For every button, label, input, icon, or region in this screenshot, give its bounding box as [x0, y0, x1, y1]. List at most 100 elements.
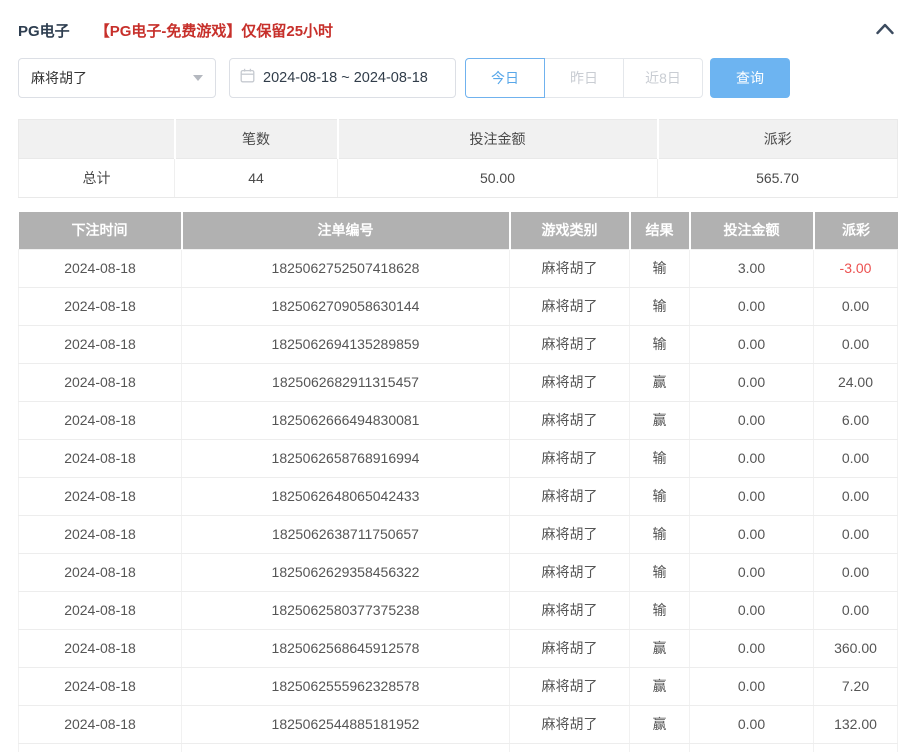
table-cell: 7.20 [813, 666, 898, 706]
table-cell: 赢 [629, 666, 690, 706]
game-select-value: 麻将胡了 [31, 70, 87, 86]
table-cell: 2024-08-18 [18, 362, 182, 402]
date-range-value: 2024-08-18 ~ 2024-08-18 [263, 70, 428, 86]
table-cell: 2024-08-18 [18, 666, 182, 706]
summary-total-label: 总计 [18, 158, 175, 198]
table-cell [689, 742, 814, 752]
table-row: 2024-08-18 1825062709058630144 麻将胡了输 0.00 0.… [18, 286, 898, 326]
summary-header-payout: 派彩 [656, 119, 898, 159]
col-header-bet-time: 下注时间 [18, 212, 182, 249]
table-cell: 0.00 [689, 476, 814, 516]
date-range-input[interactable]: 2024-08-18 ~ 2024-08-18 [229, 58, 456, 98]
table-cell: 2024-08-18 [18, 552, 182, 592]
table-cell: 输 [629, 286, 690, 326]
table-cell: 0.00 [689, 552, 814, 592]
table-cell: 0.00 [689, 590, 814, 630]
table-cell: 1825062752507418628 [181, 248, 510, 288]
col-header-game-type: 游戏类别 [508, 212, 630, 249]
promo-notice: 【PG电子-免费游戏】仅保留25小时 [94, 22, 334, 40]
table-cell: 2024-08-18 [18, 476, 182, 516]
table-cell: 0.00 [689, 666, 814, 706]
table-cell: 赢 [629, 704, 690, 744]
summary-header-row: 笔数 投注金额 派彩 [18, 119, 898, 159]
page-title: PG电子 [18, 22, 70, 40]
table-cell: 1825062648065042433 [181, 476, 510, 516]
panel-header: PG电子 【PG电子-免费游戏】仅保留25小时 [18, 18, 897, 42]
table-cell: 0.00 [689, 704, 814, 744]
table-cell: 1825062580377375238 [181, 590, 510, 630]
summary-header-bet-amount: 投注金额 [336, 119, 658, 159]
table-cell: 360.00 [813, 628, 898, 668]
summary-total-count: 44 [174, 158, 338, 198]
search-button[interactable]: 查询 [710, 58, 790, 98]
table-cell: 麻将胡了 [509, 666, 630, 706]
table-cell: 0.00 [689, 628, 814, 668]
table-row: 2024-08-18 1825062752507418628 麻将胡了输 3.00 -3… [18, 248, 898, 288]
table-cell: 1825062666494830081 [181, 400, 510, 440]
table-row: 2024-08-18 1825062638711750657 麻将胡了输 0.00 0.… [18, 514, 898, 554]
summary-total-row: 总计 44 50.00 565.70 [18, 158, 898, 198]
table-cell: 输 [629, 514, 690, 554]
table-cell [18, 742, 182, 752]
table-cell: 0.00 [689, 400, 814, 440]
table-cell: 3.00 [689, 248, 814, 288]
table-cell: 0.00 [813, 324, 898, 364]
chevron-up-icon [875, 22, 895, 38]
table-cell: 赢 [629, 628, 690, 668]
table-row: 2024-08-18 1825062658768916994 麻将胡了输 0.00 0.… [18, 438, 898, 478]
quick-range-group: 今日 昨日 近8日 [465, 58, 703, 98]
table-cell: 麻将胡了 [509, 324, 630, 364]
table-cell [813, 742, 898, 752]
table-row: 2024-08-18 1825062580377375238 麻将胡了输 0.00 0.… [18, 590, 898, 630]
table-cell: 2024-08-18 [18, 514, 182, 554]
table-cell: 6.00 [813, 400, 898, 440]
table-cell: 麻将胡了 [509, 590, 630, 630]
table-cell: 1825062638711750657 [181, 514, 510, 554]
table-cell: 输 [629, 438, 690, 478]
table-row: 2024-08-18 1825062629358456322 麻将胡了输 0.00 0.… [18, 552, 898, 592]
table-row: 2024-08-18 1825062648065042433 麻将胡了输 0.00 0.… [18, 476, 898, 516]
summary-header-blank [18, 119, 175, 159]
table-cell: 0.00 [689, 514, 814, 554]
table-row: 2024-08-18 1825062666494830081 麻将胡了赢 0.00 6.… [18, 400, 898, 440]
table-cell: 麻将胡了 [509, 248, 630, 288]
calendar-icon [240, 68, 255, 88]
table-row-partial [18, 742, 898, 752]
table-cell: 1825062694135289859 [181, 324, 510, 364]
col-header-bet-id: 注单编号 [180, 212, 510, 249]
filter-row: 麻将胡了 2024-08-18 ~ 2024-08-18 今日 昨日 近8日 查询 [18, 58, 897, 98]
summary-header-count: 笔数 [173, 119, 338, 159]
table-cell: 1825062544885181952 [181, 704, 510, 744]
col-header-payout: 派彩 [812, 212, 898, 249]
table-cell: 0.00 [689, 286, 814, 326]
table-cell: 1825062682911315457 [181, 362, 510, 402]
table-row: 2024-08-18 1825062555962328578 麻将胡了赢 0.00 7.… [18, 666, 898, 706]
table-cell: 1825062555962328578 [181, 666, 510, 706]
col-header-bet-amount: 投注金额 [688, 212, 814, 249]
table-cell: 2024-08-18 [18, 286, 182, 326]
quick-range-button-1[interactable]: 昨日 [544, 58, 624, 98]
table-cell: 1825062629358456322 [181, 552, 510, 592]
table-cell: 2024-08-18 [18, 704, 182, 744]
records-table-body: 2024-08-18 1825062752507418628 麻将胡了输 3.00 -3… [18, 248, 898, 752]
table-cell: 麻将胡了 [509, 438, 630, 478]
game-select[interactable]: 麻将胡了 [18, 58, 216, 98]
quick-range-button-0[interactable]: 今日 [465, 58, 545, 98]
table-cell: 0.00 [813, 514, 898, 554]
betting-records-panel: PG电子 【PG电子-免费游戏】仅保留25小时 麻将胡了 2024-08-18 … [0, 0, 915, 752]
table-cell: 2024-08-18 [18, 400, 182, 440]
table-cell [629, 742, 690, 752]
quick-range-button-2[interactable]: 近8日 [623, 58, 703, 98]
table-cell: 1825062568645912578 [181, 628, 510, 668]
table-cell: 2024-08-18 [18, 324, 182, 364]
table-cell: 赢 [629, 400, 690, 440]
summary-total-bet-amount: 50.00 [337, 158, 658, 198]
table-cell: 1825062658768916994 [181, 438, 510, 478]
records-header-row: 下注时间 注单编号 游戏类别 结果 投注金额 派彩 [18, 212, 898, 249]
collapse-button[interactable] [873, 20, 897, 40]
summary-total-payout: 565.70 [657, 158, 898, 198]
table-cell: -3.00 [813, 248, 898, 288]
table-row: 2024-08-18 1825062682911315457 麻将胡了赢 0.00 24… [18, 362, 898, 402]
table-cell [181, 742, 510, 752]
table-cell: 赢 [629, 362, 690, 402]
